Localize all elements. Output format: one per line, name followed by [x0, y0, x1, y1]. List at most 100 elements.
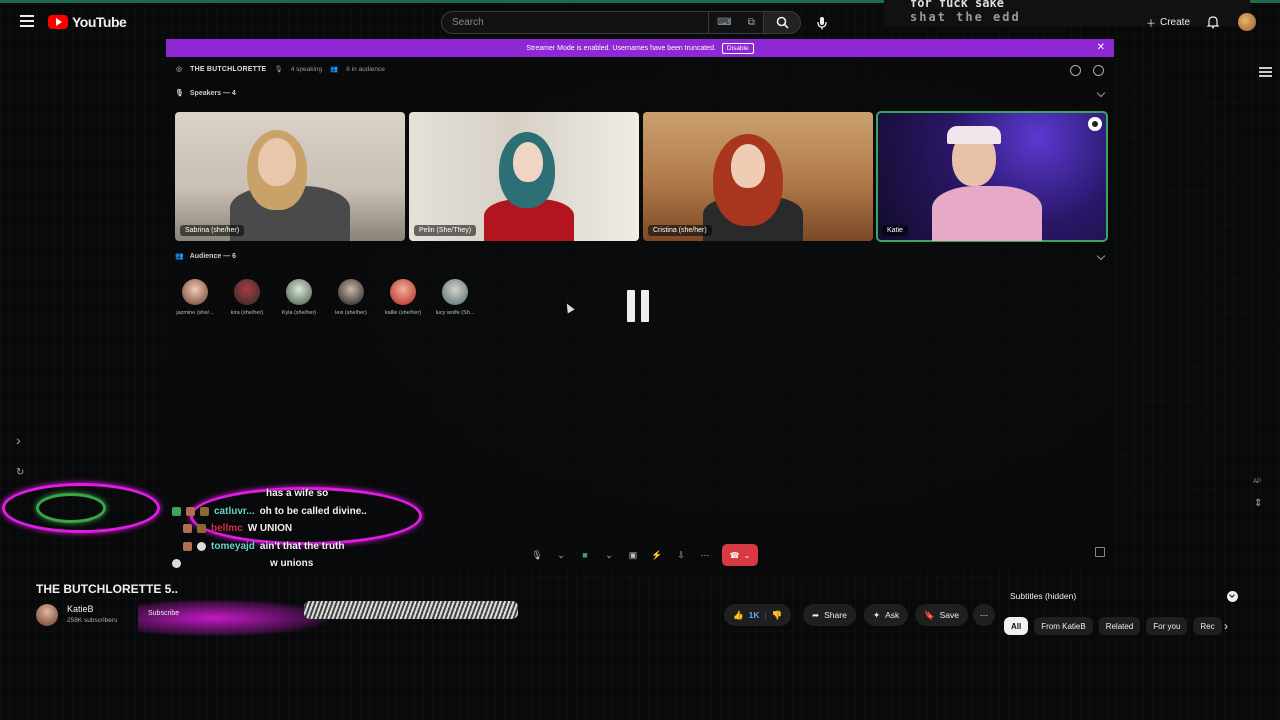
chip-recently-uploaded[interactable]: Rec — [1193, 617, 1222, 635]
menu-icon[interactable] — [20, 15, 34, 27]
stage-title: THE BUTCHLORETTE — [190, 65, 267, 73]
stream-text-overlay: for fuck sake shat the edd — [884, 0, 1250, 26]
audience-member[interactable]: kallie (she/her) — [382, 279, 424, 316]
microphone-toggle[interactable]: 🎙 — [530, 548, 544, 562]
activity-button[interactable]: ⚡ — [650, 548, 664, 562]
overlay-line-1: for fuck sake — [910, 0, 1004, 10]
badge-icon — [197, 524, 206, 534]
badge-icon — [197, 541, 206, 551]
ask-label: Ask — [885, 610, 900, 620]
badge-icon — [172, 559, 181, 569]
audience-count: 6 in audience — [346, 65, 385, 73]
create-button[interactable]: ＋ Create — [1146, 15, 1190, 30]
channel-name[interactable]: KatieB — [67, 604, 94, 614]
share-button[interactable]: ➦ Share — [803, 604, 856, 626]
account-avatar[interactable] — [1238, 13, 1256, 31]
stage-header-actions — [1070, 65, 1104, 76]
leave-stage-button[interactable]: ☎ ⌄ — [722, 544, 758, 566]
voice-search-button[interactable] — [810, 11, 834, 34]
subscribe-button[interactable]: Subscribe — [148, 610, 179, 617]
search-tools: ⌨ ⧉ — [709, 11, 763, 34]
audience-member[interactable]: lexi (she/her) — [330, 279, 372, 316]
close-icon[interactable]: ✕ — [1097, 42, 1105, 53]
chevron-down-icon[interactable] — [1096, 251, 1106, 261]
redacted-scribble — [304, 601, 518, 619]
stage-controls: 🎙 ⌄ ■ ⌄ ▣ ⚡ ⇩ ⋯ ☎ ⌄ — [530, 544, 758, 566]
move-to-audience-button[interactable]: ⇩ — [674, 548, 688, 562]
speaker-figure — [932, 186, 1042, 241]
speakers-section-header: 🎙 Speakers — 4 — [175, 89, 236, 98]
hand-raise-icon[interactable] — [1070, 65, 1081, 76]
speaking-count: 4 speaking — [290, 65, 323, 73]
more-options-button[interactable]: ⋯ — [698, 548, 712, 562]
avatar — [234, 279, 260, 305]
refresh-icon[interactable]: ↻ — [16, 467, 24, 478]
pause-icon[interactable] — [627, 290, 649, 322]
chip-for-you[interactable]: For you — [1146, 617, 1188, 635]
create-label: Create — [1160, 17, 1191, 28]
chip-related[interactable]: Related — [1098, 617, 1141, 635]
lens-icon[interactable]: ⧉ — [748, 17, 755, 28]
speaker-tile[interactable]: Cristina (she/her) — [643, 112, 873, 241]
thumbs-up-icon[interactable]: 👍 — [733, 610, 744, 621]
expand-vertical-icon[interactable]: ⇕ — [1254, 498, 1262, 509]
like-dislike-group: 👍 1K | 👎 — [724, 604, 792, 626]
speaker-tile[interactable]: Sabrina (she/her) — [175, 112, 405, 241]
badge-icon — [183, 541, 192, 551]
chip-from-channel[interactable]: From KatieB — [1034, 617, 1093, 635]
scribble-eye-pupil — [36, 493, 106, 523]
ask-button[interactable]: ✦ Ask — [864, 604, 909, 626]
fullscreen-icon[interactable] — [1095, 547, 1105, 557]
speakers-label: Speakers — 4 — [189, 89, 236, 97]
speaking-icon: 🎙 — [274, 66, 283, 73]
channel-avatar[interactable] — [36, 604, 58, 626]
youtube-logo[interactable]: YouTube — [48, 14, 127, 30]
recommendation-chips: All From KatieB Related For you Rec — [1004, 617, 1222, 635]
speaker-tile[interactable]: Pelin (She/They) — [409, 112, 639, 241]
badge-icon — [186, 506, 195, 516]
chevron-right-icon[interactable]: › — [16, 432, 21, 448]
audience-member[interactable]: kira (she/her) — [226, 279, 268, 316]
microphone-icon — [817, 16, 827, 29]
chat-message: tomeyajd ain't that the truth — [172, 538, 367, 556]
audience-member[interactable]: lucy wolfe (Sh... — [434, 279, 476, 316]
keyboard-icon[interactable]: ⌨ — [717, 17, 731, 28]
search-input[interactable]: Search — [441, 11, 709, 34]
settings-icon[interactable] — [1093, 65, 1104, 76]
audience-icon: 👥 — [175, 253, 184, 260]
camera-toggle[interactable]: ■ — [578, 548, 592, 562]
share-icon: ➦ — [812, 609, 820, 620]
chevron-down-icon[interactable] — [1096, 88, 1106, 98]
chat-username: tomeyajd — [211, 540, 255, 552]
save-button[interactable]: 🔖 Save — [915, 604, 968, 626]
speaker-name: Pelin (She/They) — [414, 225, 477, 236]
plus-icon: ＋ — [1146, 19, 1156, 30]
bell-icon[interactable] — [1206, 15, 1220, 29]
chip-all[interactable]: All — [1004, 617, 1029, 635]
audience-icon: 👥 — [330, 66, 339, 73]
speaker-tile-active[interactable]: Katie — [876, 111, 1108, 242]
audience-member[interactable]: Kyla (she/her) — [278, 279, 320, 316]
thumbs-down-icon[interactable]: 👎 — [772, 610, 783, 621]
chevron-down-icon[interactable] — [1227, 591, 1238, 602]
playlist-menu-icon[interactable] — [1259, 67, 1272, 77]
subtitles-label: Subtitles (hidden) — [1010, 591, 1077, 601]
video-title: THE BUTCHLORETTE 5.. — [36, 582, 179, 596]
screen-share-button[interactable]: ▣ — [626, 548, 640, 562]
search-button[interactable] — [763, 11, 801, 34]
more-actions-button[interactable]: ⋯ — [973, 604, 995, 626]
chevron-down-icon[interactable]: ⌄ — [602, 548, 616, 562]
chat-text: W UNION — [247, 523, 293, 534]
chevron-right-icon[interactable]: › — [1224, 619, 1228, 633]
mouse-cursor — [563, 301, 575, 314]
youtube-play-icon — [48, 15, 68, 29]
chat-message: catluvr... oh to be called divine.. — [172, 503, 367, 521]
speaker-tiles: Sabrina (she/her) Pelin (She/They) Crist… — [175, 111, 1108, 242]
chat-message: bellmc W UNION — [172, 520, 367, 538]
audience-member[interactable]: jazmine (she/... — [174, 279, 216, 316]
hangup-icon: ☎ — [729, 550, 740, 560]
like-count[interactable]: 1K — [749, 610, 760, 620]
chevron-down-icon[interactable]: ⌄ — [554, 548, 568, 562]
badge-icon — [183, 524, 192, 534]
disable-button[interactable]: Disable — [721, 42, 754, 54]
